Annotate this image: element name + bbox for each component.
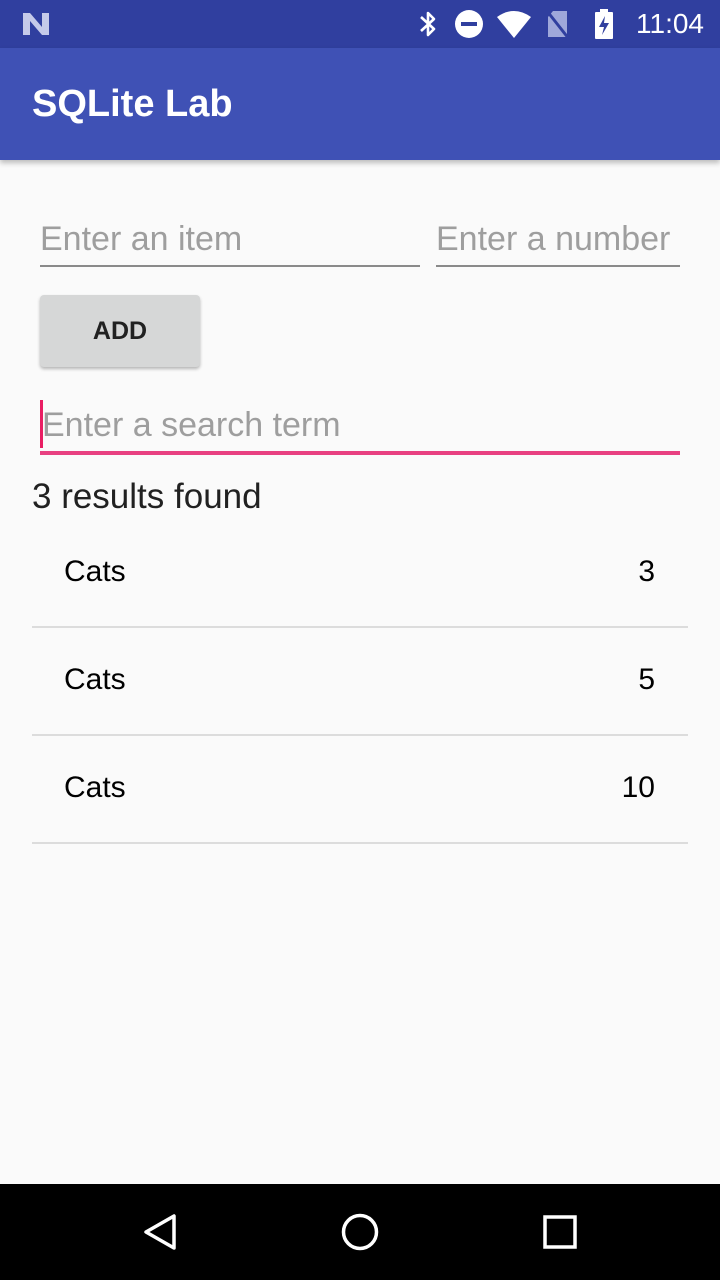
results-count: 3 results found	[32, 477, 262, 516]
home-icon[interactable]	[336, 1208, 384, 1256]
number-input-underline	[436, 265, 680, 267]
do-not-disturb-icon	[455, 10, 483, 38]
item-input[interactable]	[40, 216, 420, 262]
notification-n-icon	[23, 13, 49, 35]
status-bar: 11:04	[0, 0, 720, 48]
list-item-name: Cats	[64, 771, 126, 804]
search-input-underline	[40, 451, 680, 455]
recents-icon[interactable]	[536, 1208, 584, 1256]
app-bar: SQLite Lab	[0, 48, 720, 160]
list-item-count: 10	[621, 771, 655, 804]
list-item-count: 5	[638, 663, 655, 696]
list-item-count: 3	[638, 555, 655, 588]
number-input[interactable]	[436, 216, 680, 262]
app-title: SQLite Lab	[32, 83, 233, 125]
back-icon[interactable]	[136, 1208, 184, 1256]
list-item-name: Cats	[64, 555, 126, 588]
list-item-name: Cats	[64, 663, 126, 696]
results-list: Cats 3 Cats 5 Cats 10	[32, 520, 688, 844]
list-item[interactable]: Cats 10	[32, 736, 688, 844]
navigation-bar	[0, 1184, 720, 1280]
list-item[interactable]: Cats 3	[32, 520, 688, 628]
add-button[interactable]: ADD	[40, 295, 200, 367]
battery-charging-icon	[595, 9, 613, 39]
search-text-cursor	[40, 400, 43, 448]
list-item[interactable]: Cats 5	[32, 628, 688, 736]
wifi-icon	[497, 11, 531, 38]
no-sim-icon	[545, 10, 571, 40]
search-input[interactable]	[42, 402, 678, 448]
bluetooth-icon	[420, 11, 436, 37]
item-input-underline	[40, 265, 420, 267]
status-clock: 11:04	[636, 8, 704, 39]
